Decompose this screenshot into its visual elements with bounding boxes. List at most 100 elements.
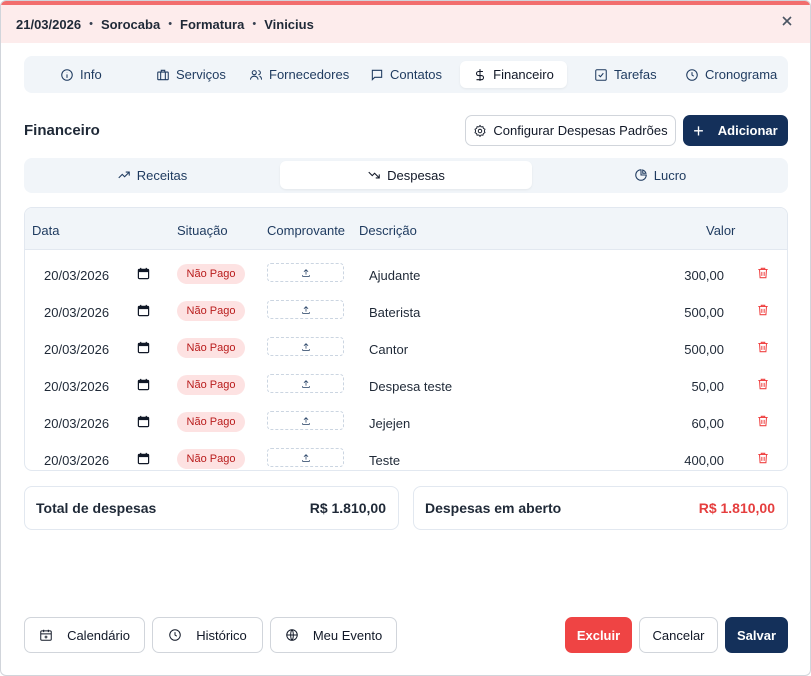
- status-badge[interactable]: Não Pago: [177, 412, 245, 432]
- description-input[interactable]: Ajudante: [369, 268, 420, 283]
- globe-icon: [286, 629, 298, 641]
- upload-receipt-button[interactable]: [267, 411, 344, 430]
- event-city: Sorocaba: [100, 16, 161, 32]
- description-input[interactable]: Teste: [369, 453, 400, 468]
- value-input[interactable]: 500,00: [684, 342, 724, 357]
- table-row: 20/03/2026 Não Pago Teste 400,00: [25, 441, 787, 470]
- calendar-label: Calendário: [67, 627, 130, 643]
- status-badge[interactable]: Não Pago: [177, 449, 245, 469]
- tab-cronograma[interactable]: Cronograma: [677, 61, 785, 88]
- checkbox-icon: [595, 68, 607, 81]
- calendar-icon[interactable]: [137, 304, 150, 317]
- table-header: Data Situação Comprovante Descrição Valo…: [25, 208, 787, 250]
- info-icon: [61, 68, 73, 81]
- services-icon: [157, 69, 169, 80]
- trash-icon[interactable]: [756, 377, 770, 391]
- trending-down-icon: [368, 171, 380, 179]
- calendar-icon[interactable]: [137, 415, 150, 428]
- date-input[interactable]: 20/03/2026: [44, 342, 109, 357]
- modal-header: 21/03/2026 • Sorocaba • Formatura • Vini…: [1, 1, 810, 43]
- tab-label: Contatos: [390, 67, 443, 82]
- section-title: Financeiro: [24, 122, 100, 139]
- plus-icon: +: [693, 120, 704, 141]
- users-icon: [249, 69, 263, 80]
- description-input[interactable]: Cantor: [369, 342, 408, 357]
- event-date: 21/03/2026: [16, 16, 82, 32]
- value-input[interactable]: 500,00: [684, 305, 724, 320]
- trending-up-icon: [118, 171, 130, 179]
- cancel-button[interactable]: Cancelar: [639, 617, 718, 653]
- upload-icon: [301, 342, 310, 351]
- upload-icon: [301, 453, 310, 462]
- status-badge[interactable]: Não Pago: [177, 264, 245, 284]
- trash-icon[interactable]: [756, 303, 770, 317]
- value-input[interactable]: 50,00: [691, 379, 724, 394]
- separator-dot: •: [252, 18, 257, 30]
- total-value: R$ 1.810,00: [309, 500, 386, 516]
- table-row: 20/03/2026 Não Pago Despesa teste 50,00: [25, 367, 787, 404]
- tab-fornecedores[interactable]: Fornecedores: [241, 61, 357, 88]
- subtab-lucro[interactable]: Lucro: [535, 161, 785, 189]
- calendar-button[interactable]: Calendário: [24, 617, 145, 653]
- upload-receipt-button[interactable]: [267, 337, 344, 356]
- calendar-icon[interactable]: [137, 452, 150, 465]
- value-input[interactable]: 300,00: [684, 268, 724, 283]
- date-input[interactable]: 20/03/2026: [44, 379, 109, 394]
- date-input[interactable]: 20/03/2026: [44, 416, 109, 431]
- calendar-icon[interactable]: [137, 378, 150, 391]
- tab-label: Tarefas: [614, 67, 657, 82]
- add-label: Adicionar: [717, 123, 778, 138]
- save-button[interactable]: Salvar: [725, 617, 788, 653]
- tab-servicos[interactable]: Serviços: [148, 61, 234, 88]
- calendar-icon[interactable]: [137, 341, 150, 354]
- tab-tarefas[interactable]: Tarefas: [586, 61, 665, 88]
- upload-icon: [301, 416, 310, 425]
- dollar-icon: [476, 68, 485, 81]
- value-input[interactable]: 400,00: [684, 453, 724, 468]
- upload-receipt-button[interactable]: [267, 263, 344, 282]
- pie-chart-icon: [634, 169, 647, 181]
- tab-label: Cronograma: [705, 67, 778, 82]
- date-input[interactable]: 20/03/2026: [44, 268, 109, 283]
- trash-icon[interactable]: [756, 266, 770, 280]
- description-input[interactable]: Despesa teste: [369, 379, 452, 394]
- event-client: Vinicius: [264, 16, 314, 32]
- col-descricao: Descrição: [359, 223, 417, 238]
- description-input[interactable]: Jejejen: [369, 416, 410, 431]
- total-label: Total de despesas: [36, 500, 157, 516]
- clock-icon: [169, 629, 181, 641]
- subtab-label: Receitas: [136, 167, 188, 183]
- delete-button[interactable]: Excluir: [565, 617, 632, 653]
- trash-icon[interactable]: [756, 340, 770, 354]
- date-input[interactable]: 20/03/2026: [44, 453, 109, 468]
- add-button[interactable]: + Adicionar: [683, 115, 788, 146]
- description-input[interactable]: Baterista: [369, 305, 420, 320]
- separator-dot: •: [168, 18, 173, 30]
- open-expenses-box: Despesas em aberto R$ 1.810,00: [413, 486, 788, 530]
- configure-default-expenses-button[interactable]: Configurar Despesas Padrões: [465, 115, 676, 146]
- subtab-receitas[interactable]: Receitas: [27, 161, 277, 189]
- my-event-button[interactable]: Meu Evento: [270, 617, 397, 653]
- tab-contatos[interactable]: Contatos: [362, 61, 450, 88]
- tab-financeiro[interactable]: Financeiro: [460, 61, 567, 88]
- trash-icon[interactable]: [756, 451, 770, 465]
- status-badge[interactable]: Não Pago: [177, 301, 245, 321]
- upload-receipt-button[interactable]: [267, 448, 344, 467]
- status-badge[interactable]: Não Pago: [177, 375, 245, 395]
- calendar-icon[interactable]: [137, 267, 150, 280]
- subtab-despesas[interactable]: Despesas: [280, 161, 532, 189]
- status-badge[interactable]: Não Pago: [177, 338, 245, 358]
- open-value: R$ 1.810,00: [698, 500, 775, 516]
- tab-label: Serviços: [176, 67, 226, 82]
- history-button[interactable]: Histórico: [152, 617, 263, 653]
- tab-info[interactable]: Info: [52, 61, 110, 88]
- upload-receipt-button[interactable]: [267, 374, 344, 393]
- expenses-table: Data Situação Comprovante Descrição Valo…: [24, 207, 788, 471]
- upload-receipt-button[interactable]: [267, 300, 344, 319]
- trash-icon[interactable]: [756, 414, 770, 428]
- tab-label: Financeiro: [493, 67, 554, 82]
- close-icon[interactable]: [780, 14, 794, 28]
- col-valor: Valor: [706, 223, 736, 238]
- value-input[interactable]: 60,00: [691, 416, 724, 431]
- date-input[interactable]: 20/03/2026: [44, 305, 109, 320]
